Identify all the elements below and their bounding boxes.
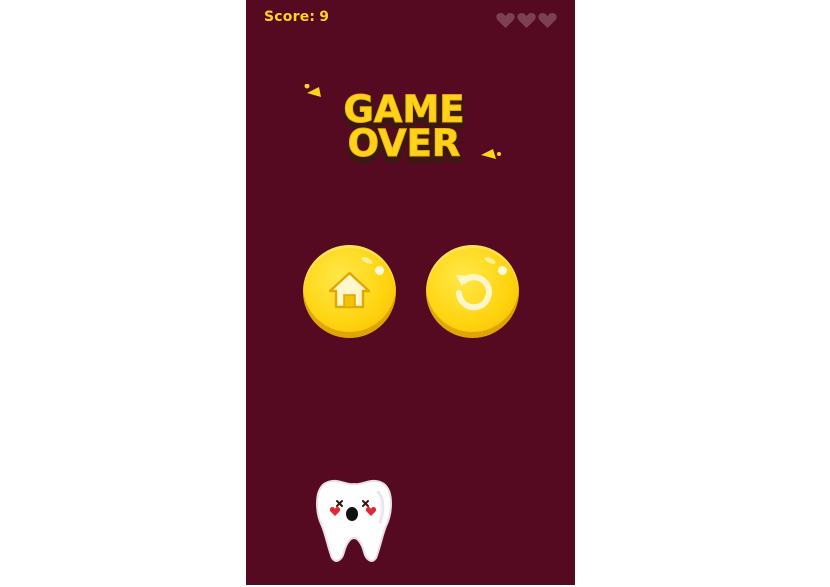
- mouth: [346, 507, 358, 521]
- game-over-title: GAME OVER GAME OVER: [304, 84, 501, 172]
- score-value: 9: [319, 9, 330, 25]
- lives-display: [496, 12, 557, 29]
- house-icon: [328, 271, 371, 309]
- title-line2: OVER: [348, 122, 461, 165]
- heart-icon: [517, 12, 536, 29]
- restart-arrow-icon: [456, 274, 492, 311]
- restart-button[interactable]: [426, 245, 519, 338]
- game-screen: Score: 9 GAME OVER GAME OVER: [246, 0, 575, 585]
- score-display: Score: 9: [264, 9, 329, 25]
- heart-icon: [496, 12, 515, 29]
- tooth-character: [316, 479, 392, 562]
- sparkle-icon: [481, 149, 501, 160]
- home-button[interactable]: [303, 245, 396, 338]
- heart-icon: [538, 12, 557, 29]
- sparkle-icon: [304, 84, 322, 98]
- score-label: Score:: [264, 9, 316, 25]
